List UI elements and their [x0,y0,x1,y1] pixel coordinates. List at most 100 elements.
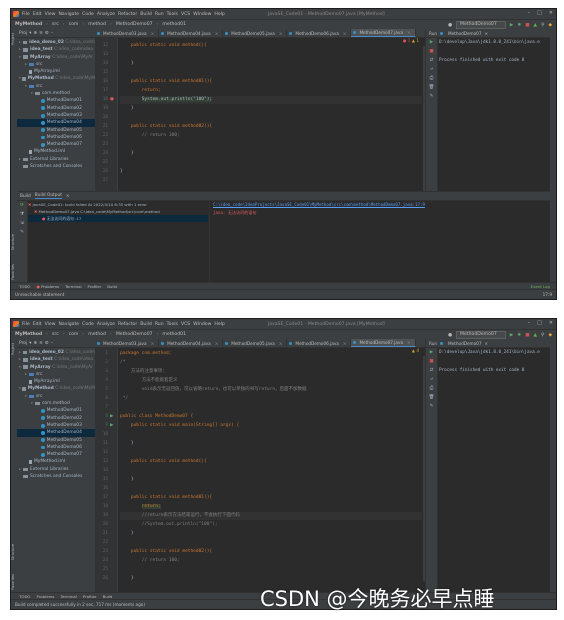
breadcrumb-member[interactable]: method01 [162,22,186,27]
code-editor[interactable]: 12 13 14 15 16 17 18 19 20 21 22 23 24 2… [95,38,426,191]
menu-refactor[interactable]: Refactor [118,12,137,17]
run-panel-tab[interactable]: MethodDemo07 [448,341,481,346]
jetbrains-icon[interactable]: ◆ [548,333,552,338]
trash-icon[interactable]: 🗑 [426,393,437,402]
build-file-item[interactable]: ✖ MethodDemo07.java C:\idea_code\MyMetho… [28,208,208,215]
tree-item-myarray-src[interactable]: ▸ src [17,371,95,378]
menu-tools[interactable]: Tools [167,322,178,327]
tree-item-mymethod-src[interactable]: ▾ src [17,393,95,400]
caret-position[interactable]: 17:9 [543,292,552,297]
locate-icon[interactable]: ⊕ [33,341,37,346]
soft-wrap-icon[interactable]: ⤶ [426,375,437,384]
breadcrumb-member[interactable]: method01 [162,332,186,337]
build-tab[interactable]: Build [20,194,31,199]
breadcrumb-project[interactable]: MyMethod [15,332,42,337]
menu-run[interactable]: Run [155,12,164,17]
vcs-icon[interactable]: ● [448,333,452,338]
tree-item-class[interactable]: MethodDemo01 [17,407,95,414]
error-file-link[interactable]: C:\idea_code\IdeaProjects\JavaSE_Code01\… [213,202,425,207]
inspection-widget[interactable]: ▲ 4 [412,348,419,353]
run-console[interactable]: D:\develop\Java\jdk1.8.0_241\bin\java.e … [439,38,550,65]
tree-item-myarray-iml[interactable]: MyArray.iml [17,378,95,385]
rerun-icon[interactable]: ▶ [426,38,437,47]
menu-vcs[interactable]: VCS [181,12,190,17]
menu-view[interactable]: View [45,322,56,327]
run-icon[interactable]: ▶ [510,23,514,28]
close-tab-icon[interactable]: × [151,31,155,36]
gear-icon[interactable]: ⚙ [45,31,49,36]
breadcrumb-method[interactable]: method [88,22,106,27]
tab-methoddemo06[interactable]: MethodDemo06.java × [287,339,352,347]
soft-wrap-icon[interactable]: ⤶ [426,65,437,74]
tree-item-external-libraries[interactable]: ▸ External Libraries [17,466,95,473]
code-area[interactable]: public static void method(){ } public st… [117,38,422,191]
maximize-icon[interactable]: □ [537,10,542,16]
menu-code[interactable]: Code [82,322,94,327]
tree-item-class[interactable]: MethodDemo06 [17,444,95,451]
tree-item-scratches[interactable]: Scratches and Consoles [17,163,95,170]
tree-item-myarray[interactable]: ▾ MyArray C:\idea_code\MyAr [17,364,95,371]
gear-icon[interactable]: ⚙ [45,341,49,346]
build-result-item[interactable]: ✖ JavaSE_Code01: build failed At 2022/4/… [28,201,208,208]
maximize-icon[interactable]: □ [537,320,542,326]
tree-item-class[interactable]: MethodDemo01 [17,97,95,104]
rerun-icon[interactable]: ▶ [426,348,437,357]
menu-edit[interactable]: Edit [33,12,42,17]
close-tab-icon[interactable]: × [279,31,283,36]
close-tab-icon[interactable]: × [215,341,219,346]
pin-icon[interactable]: ✎ [17,228,27,237]
menu-help[interactable]: Help [214,12,224,17]
tree-item-class[interactable]: MethodDemo07 [17,141,95,148]
menu-analyze[interactable]: Analyze [97,12,115,17]
run-config-selector[interactable]: MethodDemo07 [456,21,506,29]
minimize-icon[interactable]: – [528,320,531,326]
tree-item-class[interactable]: MethodDemo03 [17,422,95,429]
tab-methoddemo07[interactable]: MethodDemo07.java × [351,339,416,347]
menu-code[interactable]: Code [82,12,94,17]
tree-item-class[interactable]: MethodDemo02 [17,105,95,112]
menu-window[interactable]: Window [193,322,211,327]
menu-file[interactable]: File [22,12,30,17]
build-error-item[interactable]: ● 无法访问的语句 :17 [28,215,208,222]
run-main-gutter-icon[interactable]: ▶ [110,422,113,430]
menu-file[interactable]: File [22,322,30,327]
run-class-gutter-icon[interactable]: ▶ [110,413,113,421]
tree-item-idea-demo-02[interactable]: ▸ idea_demo_02 C:\idea_code\ [17,349,95,356]
tree-item-class[interactable]: MethodDemo04 [17,429,95,437]
run-panel-tab[interactable]: MethodDemo07 [448,31,481,36]
chevron-down-icon[interactable]: ▾ [29,341,31,346]
search-icon[interactable]: ⚲ [541,23,544,28]
close-tab-icon[interactable]: × [215,31,219,36]
close-icon[interactable]: ✕ [549,10,553,16]
tree-item-class[interactable]: MethodDemo04 [17,119,95,127]
breadcrumb-method[interactable]: method [88,332,106,337]
tree-item-myarray-src[interactable]: ▸ src [17,61,95,68]
tab-methoddemo05[interactable]: MethodDemo05.java × [223,29,288,37]
stop-icon[interactable]: ■ [525,333,529,338]
tree-item-package[interactable]: ▾ com.method [17,90,95,97]
tab-methoddemo03[interactable]: MethodDemo03.java × [95,29,160,37]
close-tab-icon[interactable]: × [66,194,70,199]
vcs-icon[interactable]: ● [448,23,452,28]
project-panel-title[interactable]: Proj [19,31,27,36]
tree-item-mymethod[interactable]: ▾ MyMethod C:\idea_code\MyM [17,75,95,82]
tab-methoddemo06[interactable]: MethodDemo06.java × [287,29,352,37]
tree-item-class[interactable]: MethodDemo03 [17,112,95,119]
tree-item-scratches[interactable]: Scratches and Consoles [17,473,95,480]
collapse-icon[interactable]: ≡ [39,341,43,346]
jetbrains-icon[interactable]: ◆ [548,23,552,28]
menu-build[interactable]: Build [140,322,152,327]
tree-item-class[interactable]: MethodDemo02 [17,415,95,422]
build-icon[interactable]: ▲ [534,23,538,28]
menu-navigate[interactable]: Navigate [59,322,80,327]
close-tab-icon[interactable]: × [343,341,347,346]
trash-icon[interactable]: 🗑 [426,83,437,92]
tree-item-mymethod-iml[interactable]: MyMethod.iml [17,458,95,465]
tab-methoddemo04[interactable]: MethodDemo04.java × [159,339,224,347]
breadcrumb-src[interactable]: src [52,22,59,27]
minimize-icon[interactable]: – [528,10,531,16]
breadcrumb-project[interactable]: MyMethod [15,22,42,27]
locate-icon[interactable]: ⊕ [33,31,37,36]
rebuild-icon[interactable]: ⟳ [17,201,27,210]
tree-item-myarray[interactable]: ▾ MyArray C:\idea_code\MyAr [17,54,95,61]
